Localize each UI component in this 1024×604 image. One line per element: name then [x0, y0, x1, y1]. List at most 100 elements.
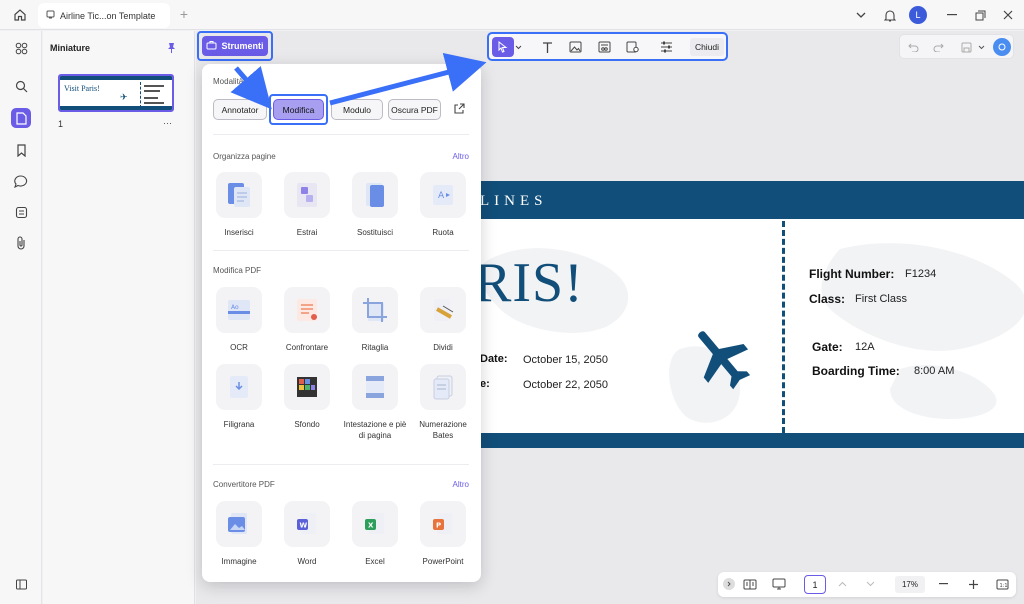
tool-to-powerpoint[interactable]: P PowerPoint: [409, 501, 477, 567]
bell-icon[interactable]: [881, 6, 899, 24]
layers-icon[interactable]: [11, 202, 31, 222]
gate-label: Gate:: [812, 340, 843, 354]
fit-page-icon[interactable]: 1:1: [994, 577, 1010, 591]
tool-to-image-label: Immagine: [221, 557, 257, 566]
tool-crop[interactable]: Ritaglia: [341, 287, 409, 353]
document-icon: [46, 10, 55, 21]
add-image-icon[interactable]: [566, 39, 584, 55]
tool-insert-label: Inserisci: [224, 228, 254, 237]
user-avatar[interactable]: L: [909, 6, 927, 24]
bookmark-icon[interactable]: [11, 140, 31, 160]
tool-split[interactable]: Dividi: [409, 287, 477, 353]
minimize-icon[interactable]: [944, 7, 960, 23]
mode-annotator-button[interactable]: Annotator: [213, 99, 267, 120]
rotate-icon: A: [420, 172, 466, 218]
attachment-icon[interactable]: [11, 233, 31, 253]
converter-more-link[interactable]: Altro: [453, 480, 469, 489]
split-icon: [420, 287, 466, 333]
thumbnail-page-number: 1: [58, 119, 64, 129]
boarding-time-label: Boarding Time:: [812, 364, 900, 378]
tool-bates-label: Numerazione Bates: [419, 420, 467, 440]
tool-crop-label: Ritaglia: [361, 343, 389, 352]
tool-to-word-label: Word: [297, 557, 317, 566]
close-icon[interactable]: [1000, 7, 1016, 23]
grid-icon[interactable]: [11, 38, 31, 58]
title-bar: Airline Tic...on Template + L: [0, 0, 1024, 30]
properties-icon[interactable]: [657, 39, 675, 55]
reading-mode-icon[interactable]: [742, 577, 758, 591]
zoom-in-icon[interactable]: [966, 577, 980, 591]
pages-icon[interactable]: [11, 108, 31, 128]
class-label: Class:: [809, 292, 846, 306]
airplane-icon: [692, 321, 754, 399]
svg-text:X: X: [368, 522, 374, 530]
tool-insert[interactable]: Inserisci: [205, 172, 273, 238]
redo-icon[interactable]: [930, 39, 946, 55]
add-text-icon[interactable]: [538, 39, 556, 55]
page-thumbnail[interactable]: Visit Paris! ✈: [58, 74, 174, 112]
divider: [213, 250, 469, 251]
mode-edit-button[interactable]: Modifica: [273, 99, 324, 120]
tool-compare-label: Confrontare: [285, 343, 329, 352]
departure-date-value: October 15, 2050: [523, 354, 609, 366]
save-dropdown-icon[interactable]: [976, 39, 986, 55]
document-tab[interactable]: Airline Tic...on Template: [38, 3, 170, 28]
svg-text:1:1: 1:1: [999, 583, 1007, 589]
search-icon[interactable]: [11, 76, 31, 96]
zoom-level[interactable]: 17%: [895, 576, 925, 593]
save-icon[interactable]: [958, 39, 974, 55]
restore-icon[interactable]: [972, 7, 988, 23]
tool-to-image[interactable]: Immagine: [205, 501, 273, 567]
zoom-out-icon[interactable]: [936, 577, 950, 591]
comment-icon[interactable]: [11, 171, 31, 191]
tool-extract-label: Estrai: [296, 228, 318, 237]
boarding-time-value: 8:00 AM: [914, 365, 955, 377]
home-icon[interactable]: [11, 6, 29, 24]
select-dropdown-icon[interactable]: [513, 39, 523, 55]
svg-text:W: W: [300, 522, 308, 530]
bates-icon: [420, 364, 466, 410]
ai-assistant-icon[interactable]: [993, 38, 1011, 56]
thumbnail-more-icon[interactable]: ···: [163, 118, 172, 128]
tool-to-word[interactable]: W Word: [273, 501, 341, 567]
tool-watermark[interactable]: Filigrana: [205, 364, 273, 430]
undo-icon[interactable]: [905, 39, 921, 55]
tools-button[interactable]: Strumenti: [197, 31, 273, 61]
external-link-icon[interactable]: [453, 102, 467, 116]
word-file-icon: W: [284, 501, 330, 547]
close-edit-button[interactable]: Chiudi: [690, 38, 724, 56]
svg-text:A: A: [438, 191, 445, 201]
tool-to-excel-label: Excel: [365, 557, 385, 566]
mode-form-button[interactable]: Modulo: [331, 99, 383, 120]
add-link-icon[interactable]: [595, 39, 613, 55]
chevron-down-icon[interactable]: [853, 7, 869, 23]
tool-ocr[interactable]: Ao OCR: [205, 287, 273, 353]
tool-replace[interactable]: Sostituisci: [341, 172, 409, 238]
tool-extract[interactable]: Estrai: [273, 172, 341, 238]
add-signature-icon[interactable]: [623, 39, 641, 55]
tool-to-excel[interactable]: X Excel: [341, 501, 409, 567]
header-footer-icon: [352, 364, 398, 410]
new-tab-icon[interactable]: +: [177, 6, 191, 22]
excel-file-icon: X: [352, 501, 398, 547]
select-tool[interactable]: [492, 37, 514, 57]
tool-compare[interactable]: Confrontare: [273, 287, 341, 353]
presentation-icon[interactable]: [770, 577, 788, 591]
next-page-icon[interactable]: [864, 578, 876, 590]
panel-toggle-icon[interactable]: [11, 574, 31, 594]
tool-header-footer[interactable]: Intestazione e piè di pagina: [341, 364, 409, 441]
prev-page-icon[interactable]: [836, 578, 848, 590]
airline-name: LINES: [480, 193, 548, 209]
tool-to-powerpoint-label: PowerPoint: [422, 557, 464, 566]
pin-icon[interactable]: [166, 41, 178, 53]
tool-rotate[interactable]: A Ruota: [409, 172, 477, 238]
thumbnail-title: Visit Paris!: [64, 84, 100, 93]
collapse-icon[interactable]: [723, 578, 735, 590]
tool-background[interactable]: Sfondo: [273, 364, 341, 430]
mode-redact-button[interactable]: Oscura PDF: [388, 99, 441, 120]
tool-bates[interactable]: Numerazione Bates: [409, 364, 477, 441]
tab-title: Airline Tic...on Template: [60, 10, 156, 21]
tool-split-label: Dividi: [433, 343, 453, 352]
organize-more-link[interactable]: Altro: [453, 152, 469, 161]
page-number-input[interactable]: 1: [804, 575, 826, 594]
